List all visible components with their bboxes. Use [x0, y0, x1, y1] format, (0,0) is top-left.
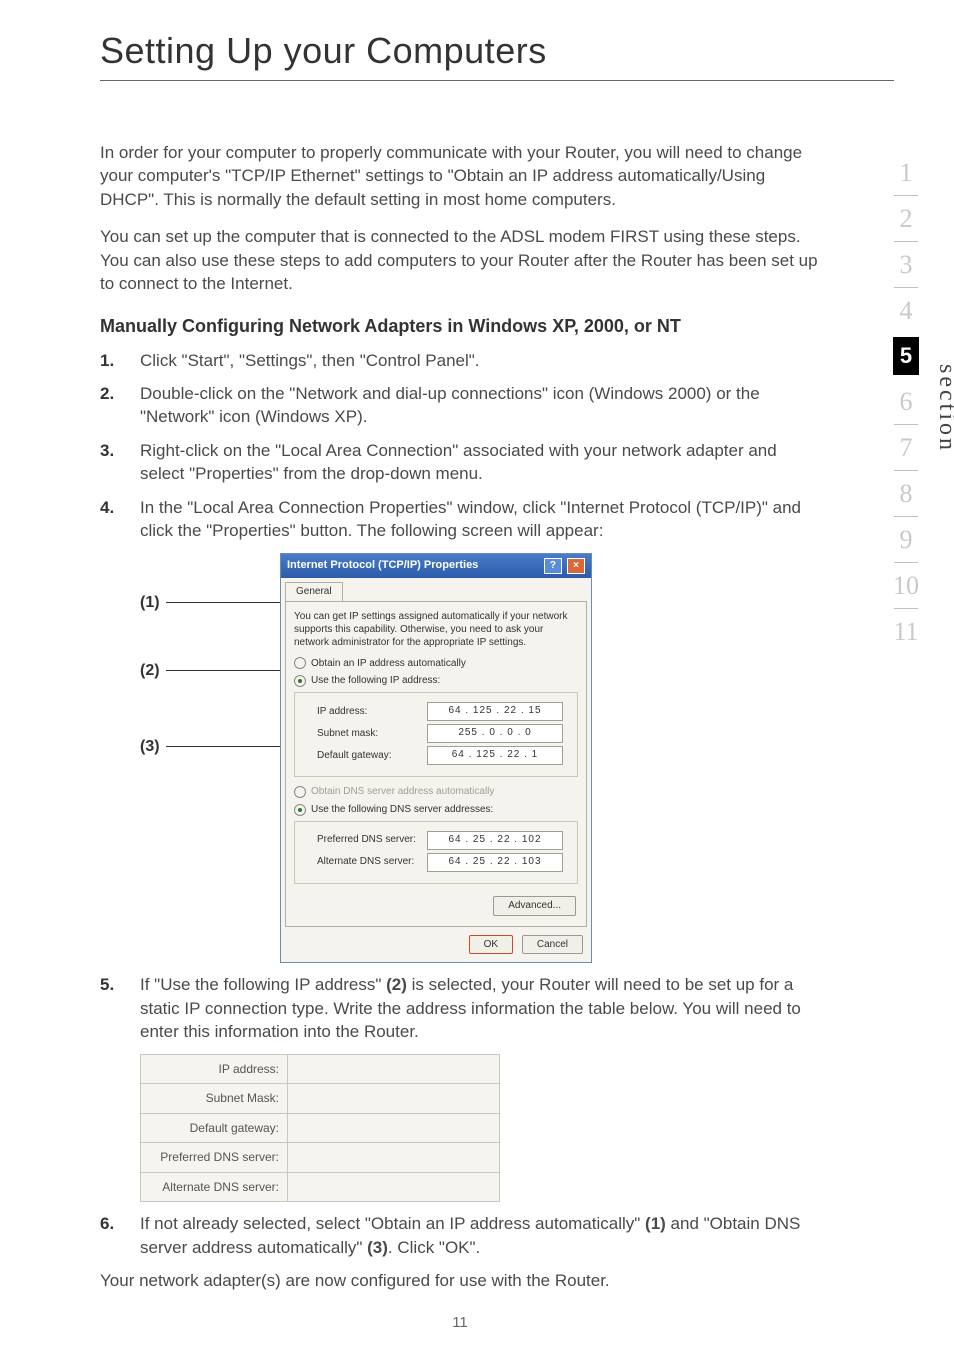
- sidebar-item-9: 9: [876, 517, 936, 562]
- ok-button[interactable]: OK: [469, 935, 513, 955]
- general-tab[interactable]: General: [285, 582, 343, 601]
- sidebar-item-10: 10: [876, 563, 936, 608]
- obtain-ip-auto-label: Obtain an IP address automatically: [311, 657, 466, 671]
- preferred-dns-input[interactable]: 64 . 25 . 22 . 102: [427, 831, 563, 850]
- callout-1: (1): [140, 592, 160, 614]
- title-rule: [100, 80, 894, 81]
- sidebar-item-11: 11: [876, 609, 936, 654]
- dialog-titlebar-icons: ? ×: [542, 558, 585, 574]
- table-subnet-value: [288, 1084, 500, 1114]
- obtain-dns-auto-label: Obtain DNS server address automatically: [311, 785, 494, 799]
- help-icon[interactable]: ?: [544, 558, 562, 574]
- preferred-dns-label: Preferred DNS server:: [317, 833, 427, 847]
- table-adns-label: Alternate DNS server:: [141, 1172, 288, 1202]
- use-following-dns-label: Use the following DNS server addresses:: [311, 803, 493, 817]
- intro-paragraph-1: In order for your computer to properly c…: [100, 141, 820, 211]
- table-pdns-label: Preferred DNS server:: [141, 1143, 288, 1173]
- subnet-mask-input[interactable]: 255 . 0 . 0 . 0: [427, 724, 563, 743]
- close-icon[interactable]: ×: [567, 558, 585, 574]
- subnet-mask-label: Subnet mask:: [317, 727, 427, 741]
- step-3: Right-click on the "Local Area Connectio…: [100, 439, 820, 486]
- table-adns-value: [288, 1172, 500, 1202]
- page-title: Setting Up your Computers: [100, 30, 894, 72]
- dialog-figure: (1) (2) (3) Internet Protocol (TCP/IP) P…: [140, 553, 820, 964]
- dialog-description: You can get IP settings assigned automat…: [294, 610, 578, 649]
- advanced-button[interactable]: Advanced...: [493, 896, 576, 916]
- default-gateway-input[interactable]: 64 . 125 . 22 . 1: [427, 746, 563, 765]
- table-gateway-label: Default gateway:: [141, 1113, 288, 1143]
- use-following-ip-label: Use the following IP address:: [311, 674, 440, 688]
- page-number: 11: [100, 1313, 820, 1334]
- step-1: Click "Start", "Settings", then "Control…: [100, 349, 820, 372]
- table-gateway-value: [288, 1113, 500, 1143]
- dialog-title: Internet Protocol (TCP/IP) Properties: [287, 558, 478, 573]
- table-ip-label: IP address:: [141, 1054, 288, 1084]
- table-subnet-label: Subnet Mask:: [141, 1084, 288, 1114]
- step-4: In the "Local Area Connection Properties…: [100, 496, 820, 543]
- obtain-dns-auto-radio[interactable]: [294, 786, 306, 798]
- alternate-dns-label: Alternate DNS server:: [317, 855, 427, 869]
- default-gateway-label: Default gateway:: [317, 749, 427, 763]
- callout-2: (2): [140, 660, 160, 682]
- callout-3: (3): [140, 736, 160, 758]
- sidebar-item-8: 8: [876, 471, 936, 516]
- sidebar-item-3: 3: [876, 242, 936, 287]
- tcpip-properties-dialog: Internet Protocol (TCP/IP) Properties ? …: [280, 553, 592, 964]
- ip-address-input[interactable]: 64 . 125 . 22 . 15: [427, 702, 563, 721]
- step-6: If not already selected, select "Obtain …: [100, 1212, 820, 1259]
- closing-paragraph: Your network adapter(s) are now configur…: [100, 1269, 820, 1292]
- sidebar-item-1: 1: [876, 150, 936, 195]
- address-info-table: IP address: Subnet Mask: Default gateway…: [140, 1054, 500, 1203]
- ip-address-label: IP address:: [317, 705, 427, 719]
- sidebar-item-5-active: 5: [893, 337, 919, 375]
- sidebar-item-7: 7: [876, 425, 936, 470]
- step-5: If "Use the following IP address" (2) is…: [100, 973, 820, 1043]
- obtain-ip-auto-radio[interactable]: [294, 657, 306, 669]
- sidebar-item-6: 6: [876, 379, 936, 424]
- table-pdns-value: [288, 1143, 500, 1173]
- intro-paragraph-2: You can set up the computer that is conn…: [100, 225, 820, 295]
- section-sidebar: 1 2 3 4 5 6 7 8 9 10 11: [876, 150, 936, 654]
- use-following-dns-radio[interactable]: [294, 804, 306, 816]
- table-ip-value: [288, 1054, 500, 1084]
- cancel-button[interactable]: Cancel: [522, 935, 583, 955]
- sidebar-item-4: 4: [876, 288, 936, 333]
- sidebar-item-2: 2: [876, 196, 936, 241]
- step-2: Double-click on the "Network and dial-up…: [100, 382, 820, 429]
- section-label: section: [933, 364, 954, 453]
- subheading: Manually Configuring Network Adapters in…: [100, 314, 820, 339]
- alternate-dns-input[interactable]: 64 . 25 . 22 . 103: [427, 853, 563, 872]
- use-following-ip-radio[interactable]: [294, 675, 306, 687]
